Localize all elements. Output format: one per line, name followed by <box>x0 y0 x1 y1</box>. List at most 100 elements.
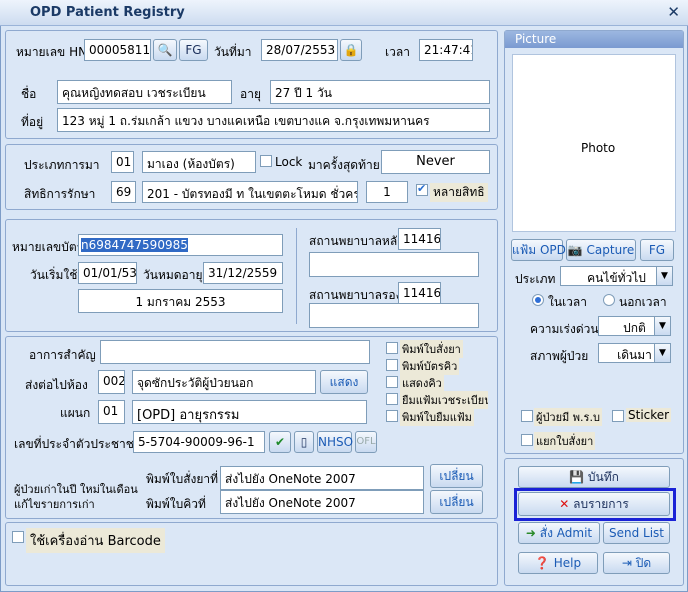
show-button[interactable]: แสดง <box>320 370 368 394</box>
card-divider <box>296 228 297 324</box>
print-option-row[interactable]: พิมพ์ใบยืมแฟ้ม <box>384 408 488 426</box>
urgency-value: ปกติ <box>623 321 646 335</box>
condition-value: เดินมา <box>617 348 652 362</box>
sticker-checkbox[interactable] <box>612 410 624 422</box>
name-input[interactable]: คุณหญิงทดสอบ เวชระเบียน <box>57 80 232 104</box>
print-queue-target[interactable]: ส่งไปยัง OneNote 2007 <box>220 490 424 514</box>
dept-label: แผนก <box>60 406 91 420</box>
admit-button[interactable]: ➜ สั่ง Admit <box>518 522 600 544</box>
print-borrow-checkbox[interactable] <box>386 410 398 422</box>
cid-input[interactable]: 5-5704-90009-96-1 <box>133 431 265 453</box>
old-new-label: ผู้ป่วยเก่าในปี ใหม่ในเดือน แก้ไขรายการเ… <box>14 483 138 511</box>
expire-date-input[interactable]: 31/12/2559 <box>203 262 283 284</box>
patient-type-label: ประเภท <box>515 272 556 286</box>
close-icon[interactable]: ✕ <box>667 3 680 21</box>
name-label: ชื่อ <box>21 87 37 101</box>
visit-type-label: ประเภทการมา <box>24 158 100 172</box>
visit-date-input[interactable]: 28/07/2553 <box>261 39 338 61</box>
out-hours-label: นอกเวลา <box>619 295 667 309</box>
lock-checkbox[interactable] <box>260 155 272 167</box>
close-button[interactable]: ⇥ ปิด <box>603 552 670 574</box>
dept-value[interactable]: [OPD] อายุรกรรม <box>132 400 367 424</box>
help-button[interactable]: ❓ Help <box>518 552 598 574</box>
borrow-record-checkbox[interactable] <box>386 393 398 405</box>
condition-select[interactable]: เดินมา ▼ <box>598 343 671 363</box>
save-label: บันทึก <box>587 470 619 484</box>
print-option-row[interactable]: พิมพ์บัตรคิว <box>384 357 488 375</box>
delete-icon: ✕ <box>559 497 570 511</box>
chevron-down-icon: ▼ <box>656 267 672 285</box>
right-count[interactable]: 1 <box>366 181 408 203</box>
card-no-input[interactable]: n6984747590985 <box>78 234 283 256</box>
out-hours-radio[interactable] <box>603 294 615 306</box>
card-patient-checkbox[interactable] <box>521 410 533 422</box>
symptom-input[interactable] <box>100 340 370 364</box>
show-queue-checkbox[interactable] <box>386 376 398 388</box>
multi-right-checkbox[interactable] <box>416 182 428 196</box>
sub-hospital-name[interactable] <box>309 303 479 328</box>
visit-type-code[interactable]: 01 <box>111 151 134 173</box>
save-button[interactable]: 💾 บันทึก <box>518 466 670 488</box>
barcode-label: ใช้เครื่องอ่าน Barcode <box>26 528 165 553</box>
nhso-button[interactable]: NHSO <box>317 431 353 453</box>
urgency-select[interactable]: ปกติ ▼ <box>598 316 671 336</box>
main-hospital-name[interactable] <box>309 252 479 277</box>
dept-code[interactable]: 01 <box>98 400 125 424</box>
fg-button[interactable]: FG <box>179 39 208 61</box>
in-hours-label: ในเวลา <box>548 295 587 309</box>
help-icon: ❓ <box>534 556 550 570</box>
check-icon[interactable]: ✔ <box>269 431 291 453</box>
right-value[interactable]: 201 - บัตรทองมี ท ในเขตตะโหมด ชั่วคราว <box>142 181 358 203</box>
room-value[interactable]: จุดซักประวัติผู้ป่วยนอก <box>132 370 316 394</box>
print-option-row[interactable]: ยืมแฟ้มเวชระเบียน <box>384 391 488 409</box>
capture-button[interactable]: 📷 Capture <box>566 239 636 261</box>
room-code[interactable]: 002 <box>98 370 125 394</box>
main-hospital-code[interactable]: 11416 <box>398 228 441 250</box>
print-option-label: พิมพ์ใบยืมแฟ้ม <box>400 408 474 426</box>
hn-input[interactable]: 000058116 <box>84 39 151 61</box>
time-input[interactable]: 21:47:41 <box>419 39 473 61</box>
last-visit-value: Never <box>381 150 490 174</box>
patient-type-value: คนไข้ทั่วไป <box>587 271 646 285</box>
card-patient-label: ผู้ป่วยมี พ.ร.บ <box>534 408 602 426</box>
age-input[interactable]: 27 ปี 1 วัน <box>270 80 490 104</box>
print-drug-target[interactable]: ส่งไปยัง OneNote 2007 <box>220 466 424 490</box>
room-label: ส่งต่อไปห้อง <box>25 378 88 392</box>
cid-label: เลขที่ประจำตัวประชาชน <box>14 437 143 451</box>
help-label: Help <box>553 556 582 570</box>
barcode-checkbox[interactable] <box>12 531 24 543</box>
print-queue-checkbox[interactable] <box>386 359 398 371</box>
change-drug-printer-button[interactable]: เปลี่ยน <box>430 464 483 488</box>
date-display: 1 มกราคม 2553 <box>78 289 283 313</box>
start-date-input[interactable]: 01/01/53 <box>78 262 137 284</box>
print-drug-checkbox[interactable] <box>386 342 398 354</box>
delete-button[interactable]: ✕ ลบรายการ <box>518 492 670 516</box>
start-date-label: วันเริ่มใช้ <box>30 268 78 282</box>
print-option-label: พิมพ์บัตรคิว <box>400 357 460 375</box>
visit-date-label: วันที่มา <box>214 45 252 59</box>
patient-type-select[interactable]: คนไข้ทั่วไป ▼ <box>560 266 673 286</box>
admit-icon: ➜ <box>525 526 536 540</box>
print-drug-label: พิมพ์ใบสั่งยาที่ <box>146 472 219 486</box>
change-queue-printer-button[interactable]: เปลี่ยน <box>430 490 483 514</box>
exit-icon: ⇥ <box>621 556 632 570</box>
opd-folder-button[interactable]: แฟ้ม OPD <box>511 239 566 261</box>
fg-side-button[interactable]: FG <box>640 239 674 261</box>
address-label: ที่อยู่ <box>21 115 44 129</box>
split-checkbox[interactable] <box>521 434 533 446</box>
window-title: OPD Patient Registry <box>30 5 185 20</box>
ofl-button[interactable]: OFL <box>355 431 377 453</box>
lock-icon[interactable]: 🔒 <box>340 39 362 61</box>
save-icon: 💾 <box>569 470 585 484</box>
in-hours-radio[interactable] <box>532 294 544 306</box>
binoculars-icon[interactable]: 🔍 <box>153 39 177 61</box>
sub-hospital-code[interactable]: 11416 <box>398 282 441 304</box>
right-code[interactable]: 69 <box>111 181 136 203</box>
print-option-row[interactable]: แสดงคิว <box>384 374 488 392</box>
send-list-button[interactable]: Send List <box>603 522 670 544</box>
address-input[interactable]: 123 หมู่ 1 ถ.ร่มเกล้า แขวง บางแคเหนือ เข… <box>57 108 490 132</box>
print-option-row[interactable]: พิมพ์ใบสั่งยา <box>384 340 488 358</box>
card-reader-icon[interactable]: ▯ <box>294 431 314 453</box>
admit-label: สั่ง Admit <box>539 526 593 540</box>
visit-type-value[interactable]: มาเอง (ห้องบัตร) <box>142 151 256 173</box>
